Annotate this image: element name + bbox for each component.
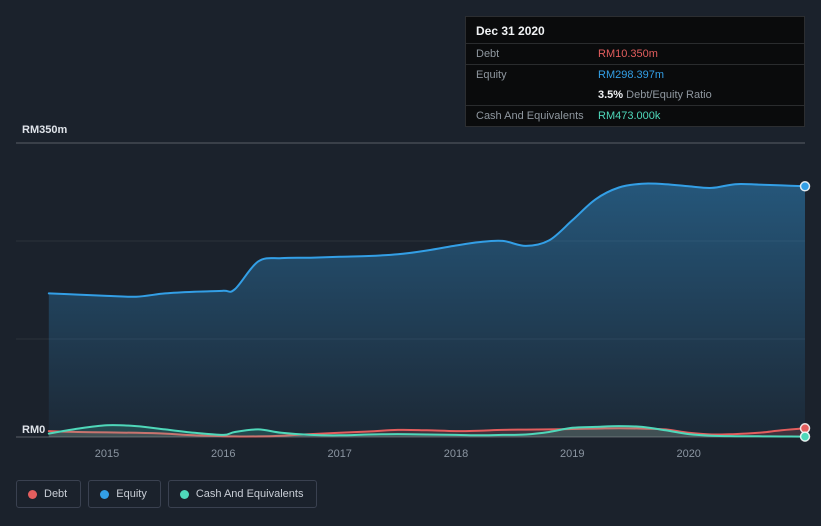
legend-cash-label: Cash And Equivalents [195, 488, 304, 500]
debt-dot-icon [28, 489, 37, 499]
equity-dot-icon [100, 489, 110, 499]
equity-end-marker[interactable] [799, 181, 811, 192]
tooltip-equity-value: RM298.397m [598, 69, 665, 81]
tooltip-ratio-label: Debt/Equity Ratio [626, 89, 712, 101]
tooltip-cash-value: RM473.000k [598, 110, 661, 122]
tooltip-ratio-value: 3.5% [598, 89, 624, 101]
x-tick-2018: 2018 [444, 448, 468, 460]
x-tick-2016: 2016 [211, 448, 235, 460]
legend-debt-label: Debt [44, 488, 68, 500]
x-tick-2017: 2017 [327, 448, 351, 460]
y-axis-label-top: RM350m [22, 124, 67, 136]
legend-item-debt[interactable]: Debt [16, 480, 82, 508]
tooltip-equity-label: Equity [476, 69, 507, 81]
chart-legend: Debt Equity Cash And Equivalents [16, 480, 318, 508]
tooltip-debt-row: Debt RM10.350m [466, 44, 804, 65]
x-tick-2015: 2015 [95, 448, 119, 460]
tooltip-ratio-row: 3.5% Debt/Equity Ratio [466, 85, 804, 106]
tooltip-debt-value: RM10.350m [598, 48, 658, 60]
tooltip-date: Dec 31 2020 [466, 17, 804, 44]
legend-item-equity[interactable]: Equity [88, 480, 161, 508]
legend-item-cash[interactable]: Cash And Equivalents [167, 480, 318, 508]
y-axis-label-bottom: RM0 [22, 424, 45, 436]
chart-tooltip: Dec 31 2020 Debt RM10.350m Equity RM298.… [465, 16, 805, 127]
legend-equity-label: Equity [116, 488, 147, 500]
tooltip-cash-row: Cash And Equivalents RM473.000k [466, 106, 804, 126]
tooltip-debt-label: Debt [476, 48, 500, 60]
x-tick-2019: 2019 [560, 448, 584, 460]
tooltip-cash-label: Cash And Equivalents [476, 110, 584, 122]
x-tick-2020: 2020 [676, 448, 700, 460]
equity-area [48, 183, 806, 437]
cash-end-marker[interactable] [799, 431, 811, 442]
tooltip-equity-row: Equity RM298.397m [466, 65, 804, 85]
cash-dot-icon [179, 489, 189, 499]
debt-equity-history-chart: RM350m RM0 2015 2016 2017 2018 2019 2020 Dec 31… [0, 0, 821, 526]
